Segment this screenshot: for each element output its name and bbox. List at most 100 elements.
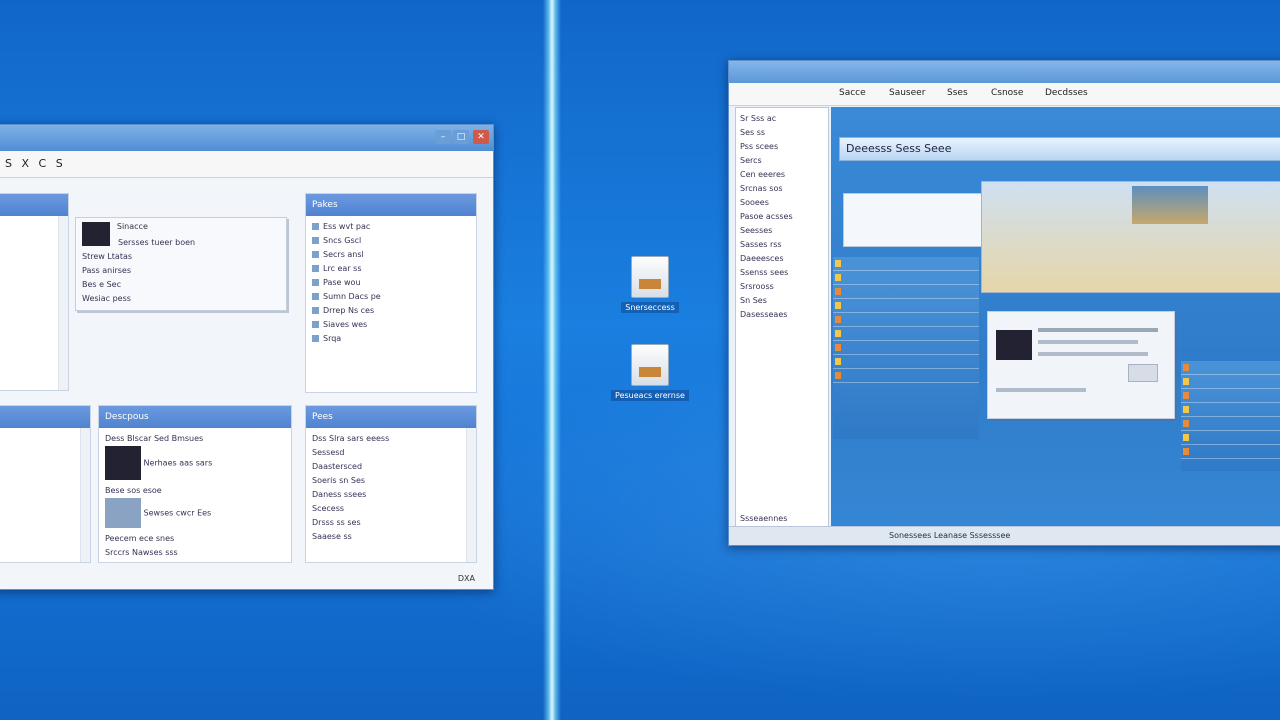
photo-thumbnail[interactable] xyxy=(1132,186,1208,224)
table-row[interactable] xyxy=(833,299,979,313)
menu-item[interactable]: Sacce xyxy=(839,88,866,98)
list-item[interactable] xyxy=(2,432,84,446)
close-button[interactable]: ✕ xyxy=(473,130,489,144)
list-item[interactable] xyxy=(2,262,62,276)
window-snap-divider[interactable] xyxy=(543,0,561,720)
list-item[interactable] xyxy=(2,290,62,304)
list-item[interactable]: Pase wou xyxy=(312,276,470,290)
tree-item[interactable]: Daeeesces xyxy=(736,252,828,266)
list-item[interactable]: Drsss ss ses xyxy=(312,516,470,530)
detail-popup[interactable] xyxy=(987,311,1175,419)
card-title: Sinacce xyxy=(116,222,148,231)
scrollbar[interactable] xyxy=(80,428,90,562)
list-item[interactable]: Nerhaes aas sars xyxy=(105,446,285,484)
list-item[interactable] xyxy=(2,488,84,502)
list-item[interactable]: Lrc ear ss xyxy=(312,262,470,276)
list-item[interactable] xyxy=(2,474,84,488)
list-item[interactable]: Soeris sn Ses xyxy=(312,474,470,488)
thumbnail-image xyxy=(996,330,1032,360)
tree-item[interactable]: Sooees xyxy=(736,196,828,210)
table-row[interactable] xyxy=(833,327,979,341)
tree-item[interactable]: Pss scees xyxy=(736,140,828,154)
list-item[interactable] xyxy=(2,276,62,290)
desktop-icon[interactable]: Snerseccess xyxy=(602,256,698,313)
list-item[interactable]: Dess Blscar Sed Bmsues xyxy=(105,432,285,446)
menu-item[interactable]: Sauseer xyxy=(889,88,925,98)
scrollbar[interactable] xyxy=(58,216,68,390)
list-item[interactable]: Srqa xyxy=(312,332,470,346)
list-item[interactable]: Daastersced xyxy=(312,460,470,474)
maximize-button[interactable]: □ xyxy=(453,130,469,144)
table-row[interactable] xyxy=(1181,417,1280,431)
tree-item[interactable]: Srcnas sos xyxy=(736,182,828,196)
tree-item[interactable]: Ses ss xyxy=(736,126,828,140)
tree-item[interactable]: Pasoe acsses xyxy=(736,210,828,224)
data-table xyxy=(1181,361,1280,471)
panel-a xyxy=(0,193,69,391)
list-item[interactable]: Sumn Dacs pe xyxy=(312,290,470,304)
table-row[interactable] xyxy=(833,285,979,299)
list-item[interactable] xyxy=(2,220,62,234)
tree-item[interactable]: Dasesseaes xyxy=(736,308,828,322)
tree-item[interactable]: Sn Ses xyxy=(736,294,828,308)
table-row[interactable] xyxy=(1181,403,1280,417)
table-row[interactable] xyxy=(833,257,979,271)
tree-item[interactable]: Sasses rss xyxy=(736,238,828,252)
list-item[interactable] xyxy=(2,446,84,460)
list-item[interactable]: Peecem ece snes xyxy=(105,532,285,546)
tree-item[interactable]: Ssenss sees xyxy=(736,266,828,280)
table-row[interactable] xyxy=(1181,445,1280,459)
table-row[interactable] xyxy=(833,313,979,327)
list-item[interactable]: Srccrs Nawses sss xyxy=(105,546,285,560)
panel-e-header xyxy=(0,406,90,428)
toolbar-text[interactable]: S X C S xyxy=(5,157,66,170)
list-item[interactable]: Sessesd xyxy=(312,446,470,460)
navigation-tree: Sr Sss ac Ses ss Pss scees Sercs Cen eee… xyxy=(735,107,829,529)
panel-d-header: Pees xyxy=(306,406,476,428)
list-item[interactable]: Sewses cwcr Ees xyxy=(105,498,285,532)
file-icon xyxy=(312,251,319,258)
table-row[interactable] xyxy=(833,341,979,355)
list-item[interactable]: Saaese ss xyxy=(312,530,470,544)
list-item[interactable] xyxy=(2,248,62,262)
table-row[interactable] xyxy=(1181,361,1280,375)
tree-item[interactable]: Srsrooss xyxy=(736,280,828,294)
desktop-icon[interactable]: Pesueacs erernse xyxy=(602,344,698,401)
table-row[interactable] xyxy=(1181,389,1280,403)
table-row[interactable] xyxy=(833,271,979,285)
list-item[interactable] xyxy=(2,234,62,248)
list-item[interactable]: Daness ssees xyxy=(312,488,470,502)
table-row[interactable] xyxy=(1181,431,1280,445)
title-bar[interactable]: – □ ✕ xyxy=(0,125,493,151)
list-item[interactable]: Drrep Ns ces xyxy=(312,304,470,318)
list-item[interactable]: Secrs ansl xyxy=(312,248,470,262)
list-item[interactable]: Ess wvt pac xyxy=(312,220,470,234)
list-item[interactable]: Siaves wes xyxy=(312,318,470,332)
desktop-icon-label: Snerseccess xyxy=(621,302,679,313)
preview-card[interactable]: Sinacce Sersses tueer boen Strew Ltatas … xyxy=(75,217,287,311)
list-item[interactable] xyxy=(2,460,84,474)
tree-item[interactable]: Sr Sss ac xyxy=(736,112,828,126)
table-row[interactable] xyxy=(833,355,979,369)
scrollbar[interactable] xyxy=(466,428,476,562)
tree-item[interactable]: Sercs xyxy=(736,154,828,168)
menu-item[interactable]: Decdsses xyxy=(1045,88,1088,98)
table-row[interactable] xyxy=(1181,375,1280,389)
menu-item[interactable]: Sses xyxy=(947,88,968,98)
list-item[interactable]: Dss Slra sars eeess xyxy=(312,432,470,446)
table-row[interactable] xyxy=(833,369,979,383)
tree-item[interactable]: Seesses xyxy=(736,224,828,238)
file-icon xyxy=(312,293,319,300)
minimize-button[interactable]: – xyxy=(435,130,451,144)
list-item[interactable]: Sncs Gscl xyxy=(312,234,470,248)
title-bar[interactable] xyxy=(729,61,1280,83)
tree-item[interactable]: Cen eeeres xyxy=(736,168,828,182)
status-text: DXA xyxy=(457,574,475,583)
panel-d: Pees Dss Slra sars eeess Sessesd Daaster… xyxy=(305,405,477,563)
file-icon xyxy=(312,223,319,230)
list-item[interactable]: Scecess xyxy=(312,502,470,516)
list-item[interactable]: Bese sos esoe xyxy=(105,484,285,498)
desktop-icon-label: Pesueacs erernse xyxy=(611,390,689,401)
popup-button[interactable] xyxy=(1128,364,1158,382)
menu-item[interactable]: Csnose xyxy=(991,88,1023,98)
